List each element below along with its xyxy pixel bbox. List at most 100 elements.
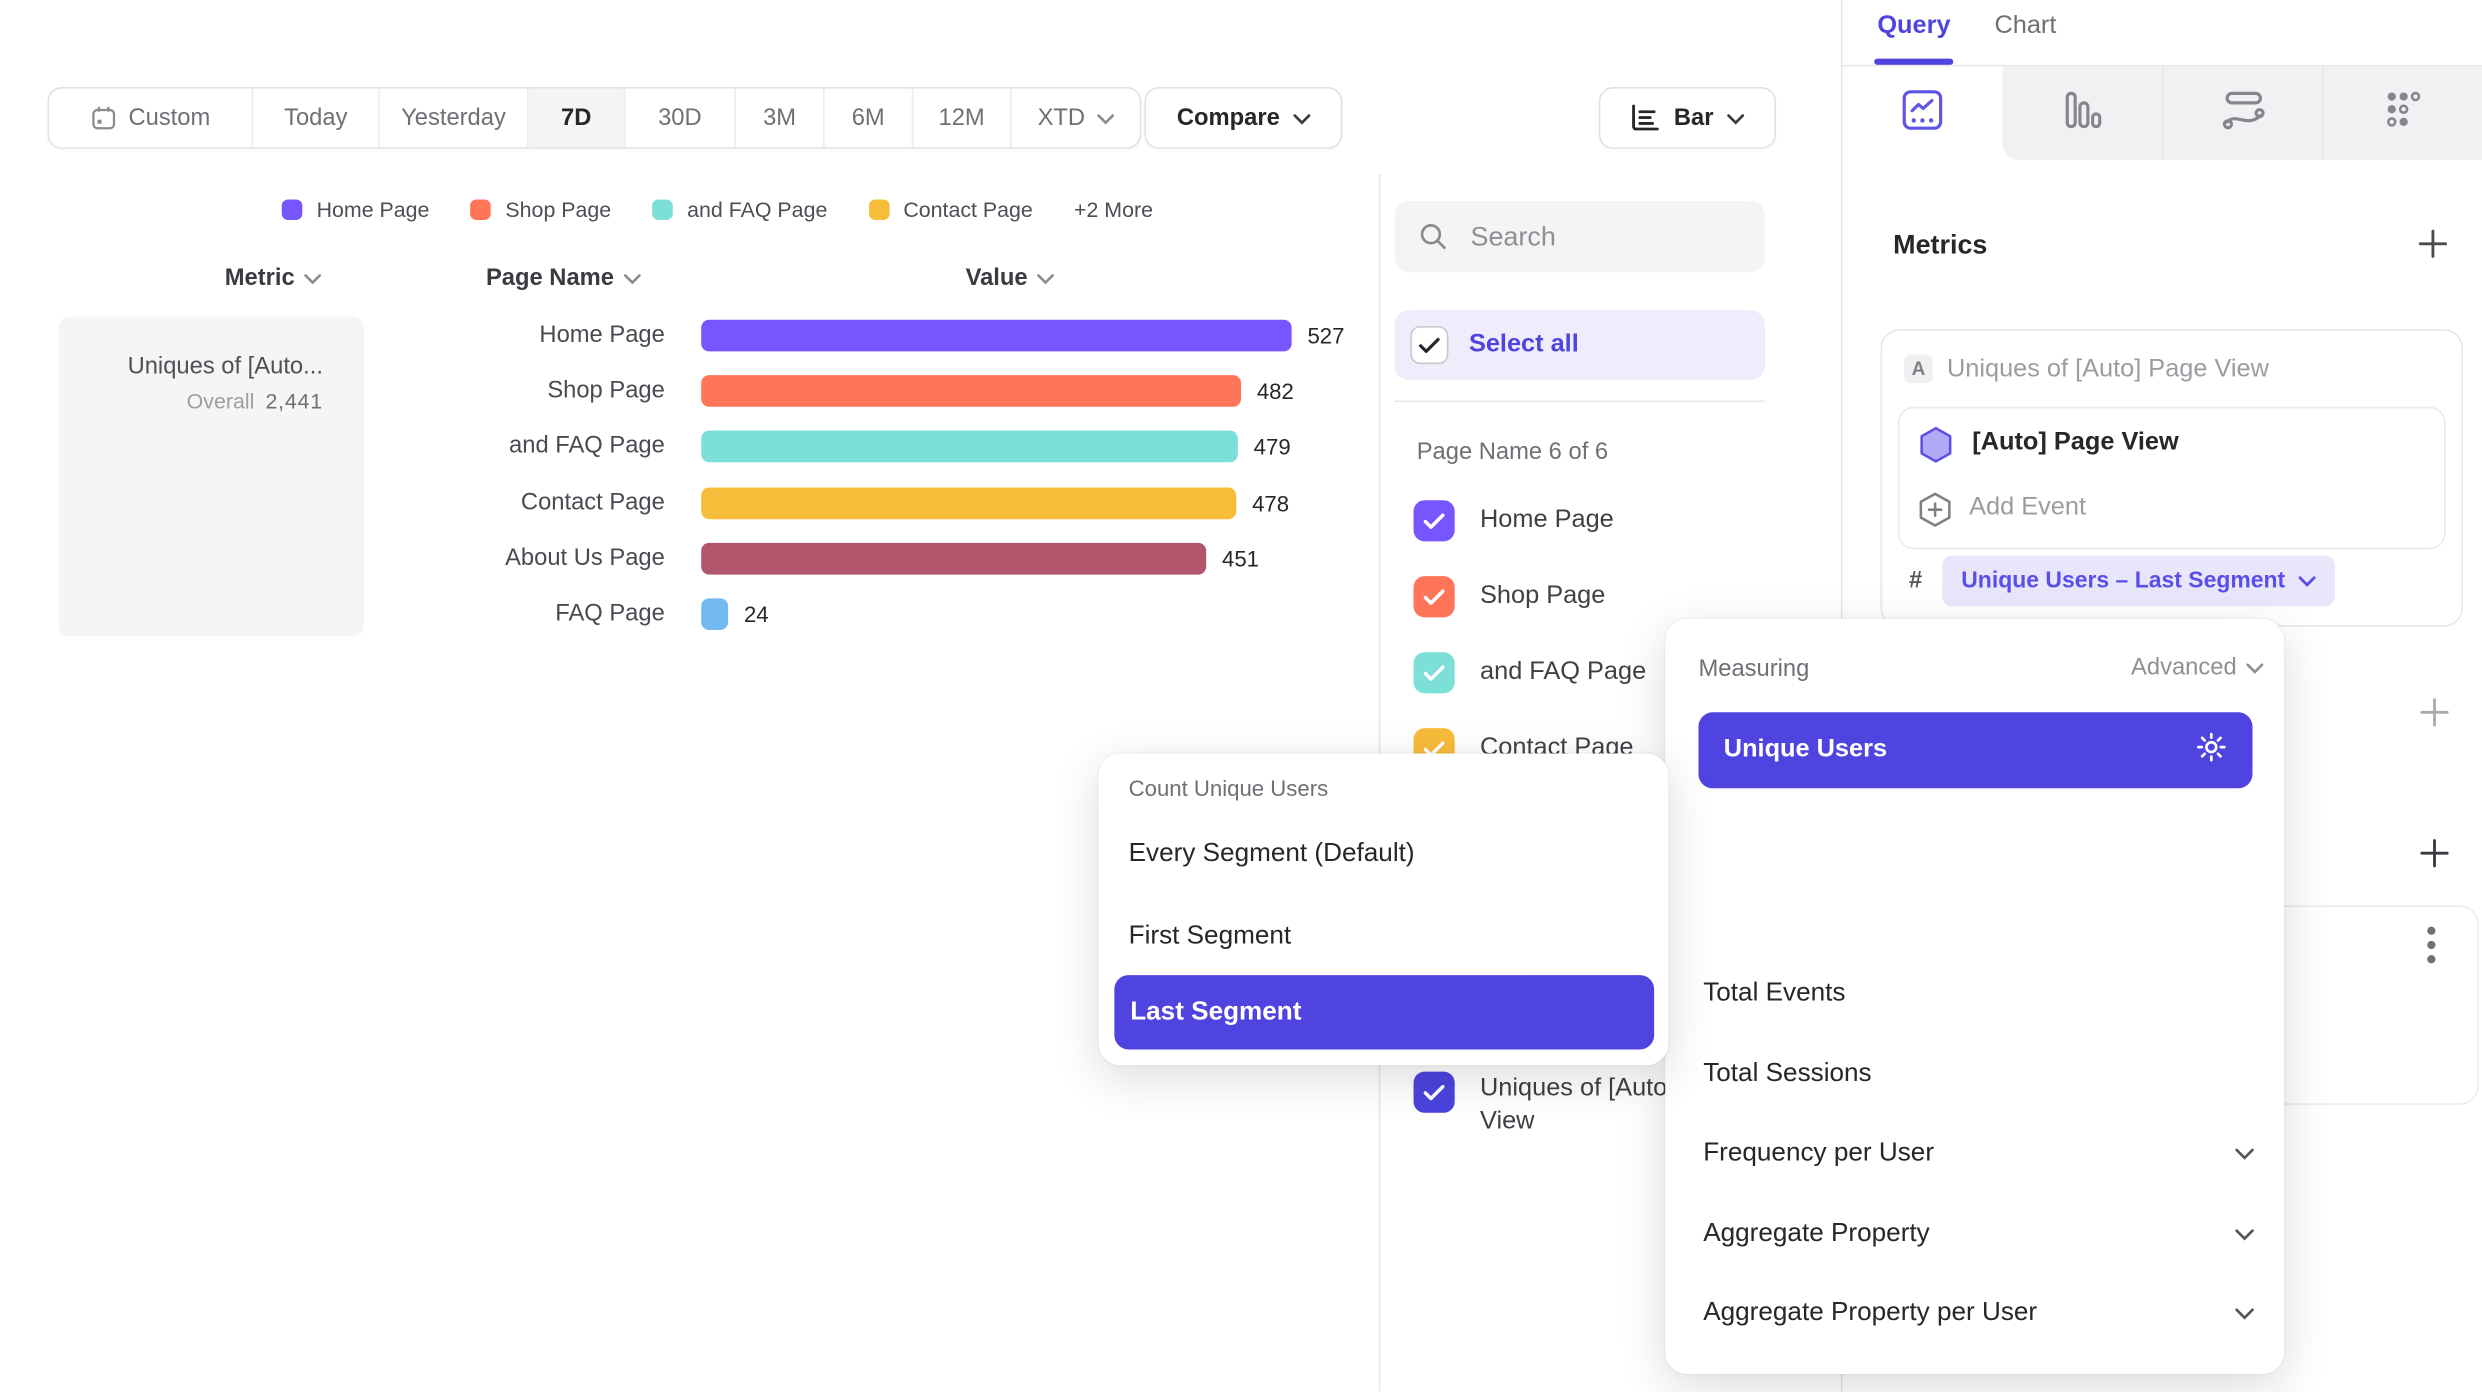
bar-contact-page[interactable] [701, 488, 1236, 520]
legend-item[interactable]: Contact Page [868, 198, 1032, 222]
viz-tab-retention[interactable] [2322, 66, 2482, 159]
date-range-6m[interactable]: 6M [825, 89, 914, 148]
chevron-down-icon [2246, 654, 2263, 681]
insights-icon [1901, 88, 1944, 139]
bar-chart-icon [1631, 104, 1661, 131]
insights-page: Custom Today Yesterday 7D 30D 3M 6M 12M … [0, 0, 2482, 1392]
chart-type-button[interactable]: Bar [1599, 87, 1776, 149]
breakdown-card [2264, 905, 2479, 1104]
checkbox-checked[interactable] [1414, 500, 1455, 541]
segment-option-first[interactable]: First Segment [1129, 921, 1292, 951]
viz-tab-insights[interactable] [1843, 66, 2003, 159]
segment-checkbox-row[interactable]: Shop Page [1414, 576, 1606, 617]
chevron-down-icon [1292, 104, 1309, 131]
column-header-value[interactable]: Value [966, 264, 1055, 291]
legend-item[interactable]: Shop Page [471, 198, 612, 222]
date-range-30d[interactable]: 30D [625, 89, 736, 148]
measure-pill[interactable]: Unique Users – Last Segment [1942, 556, 2334, 607]
date-range-3m[interactable]: 3M [736, 89, 825, 148]
measure-option-frequency[interactable]: Frequency per User [1703, 1138, 2254, 1168]
legend-swatch [868, 199, 889, 220]
date-range-xtd[interactable]: XTD [1011, 89, 1139, 148]
segment-option-last-selected[interactable]: Last Segment [1114, 975, 1654, 1049]
date-range-7d[interactable]: 7D [529, 89, 626, 148]
date-range-today[interactable]: Today [253, 89, 380, 148]
funnels-icon [2061, 88, 2104, 139]
more-options-icon[interactable] [2427, 924, 2436, 973]
date-range-yesterday[interactable]: Yesterday [380, 89, 529, 148]
legend-item[interactable]: Home Page [282, 198, 430, 222]
retention-icon [2381, 88, 2424, 139]
column-header-metric[interactable]: Metric [225, 264, 322, 291]
app-viewport: Custom Today Yesterday 7D 30D 3M 6M 12M … [0, 0, 2482, 1392]
bar-category-label: Shop Page [190, 375, 665, 407]
filter-group-label: Page Name 6 of 6 [1417, 438, 1608, 465]
bar-value: 482 [1257, 375, 1294, 407]
bar-category-label: and FAQ Page [190, 431, 665, 463]
measure-option-aggregate-property[interactable]: Aggregate Property [1703, 1219, 2254, 1249]
date-range-toolbar: Custom Today Yesterday 7D 30D 3M 6M 12M … [47, 87, 1141, 149]
viz-tab-flows[interactable] [2162, 66, 2322, 159]
bar-and-faq-page[interactable] [701, 431, 1238, 463]
bar-shop-page[interactable] [701, 375, 1241, 407]
bar-value: 478 [1252, 488, 1289, 520]
bar-value: 527 [1307, 320, 1344, 352]
advanced-toggle[interactable]: Advanced [2131, 654, 2264, 681]
add-filter-button[interactable] [2419, 696, 2451, 736]
bar-home-page[interactable] [701, 320, 1291, 352]
select-all-row[interactable]: Select all [1395, 310, 1765, 380]
compare-button[interactable]: Compare [1144, 87, 1342, 149]
checkbox-checked[interactable] [1414, 652, 1455, 693]
viz-tab-funnels[interactable] [2002, 66, 2162, 159]
segment-checkbox-row[interactable]: and FAQ Page [1414, 652, 1647, 693]
calendar-icon [90, 104, 117, 131]
checkbox-checked[interactable] [1414, 1072, 1455, 1113]
legend-swatch [652, 199, 673, 220]
filter-divider [1395, 400, 1765, 402]
flows-icon [2220, 88, 2266, 139]
hash-symbol: # [1909, 567, 1922, 594]
segment-option-every[interactable]: Every Segment (Default) [1129, 839, 1415, 869]
chevron-down-icon [1096, 104, 1113, 131]
chevron-down-icon [1726, 104, 1743, 131]
measure-option-total-sessions[interactable]: Total Sessions [1703, 1059, 1871, 1089]
chevron-down-icon [2235, 1219, 2254, 1249]
add-event-icon [1917, 491, 1953, 537]
sort-caret-icon [623, 264, 640, 291]
add-event-label[interactable]: Add Event [1969, 494, 2086, 522]
sort-caret-icon [1037, 264, 1054, 291]
date-range-custom[interactable]: Custom [49, 89, 253, 148]
bar-value: 24 [744, 598, 769, 630]
metric-summary-card[interactable]: Uniques of [Auto... Overall2,441 [59, 317, 365, 637]
metrics-heading: Metrics [1893, 230, 1987, 262]
bar-category-label: About Us Page [190, 543, 665, 575]
legend-item[interactable]: and FAQ Page [652, 198, 827, 222]
add-metric-button[interactable] [2416, 226, 2451, 269]
bar-about-us-page[interactable] [701, 543, 1206, 575]
tab-chart[interactable]: Chart [1994, 13, 2056, 41]
chevron-down-icon [2235, 1298, 2254, 1328]
date-range-label: Custom [128, 104, 210, 131]
visualization-tabs [1843, 66, 2482, 159]
sort-caret-icon [304, 264, 321, 291]
tab-query[interactable]: Query [1877, 13, 1950, 41]
checkbox-checked[interactable] [1414, 576, 1455, 617]
select-all-checkbox[interactable] [1410, 326, 1448, 364]
segment-checkbox-row[interactable]: Home Page [1414, 500, 1614, 541]
gear-icon[interactable] [2195, 731, 2227, 771]
search-input[interactable] [1467, 219, 1711, 254]
measure-option-total-events[interactable]: Total Events [1703, 978, 1845, 1008]
measure-option-aggregate-property-per-user[interactable]: Aggregate Property per User [1703, 1298, 2254, 1328]
column-header-page-name[interactable]: Page Name [486, 264, 641, 291]
measure-option-unique-users[interactable]: Unique Users [1698, 712, 2252, 788]
add-breakdown-button[interactable] [2419, 837, 2451, 877]
segment-popup-title: Count Unique Users [1129, 776, 1329, 801]
legend-more[interactable]: +2 More [1074, 198, 1153, 222]
bar-value: 451 [1222, 543, 1259, 575]
bar-category-label: Contact Page [190, 488, 665, 520]
segment-search [1395, 201, 1765, 272]
bar-faq-page[interactable] [701, 598, 728, 630]
legend-swatch [471, 199, 492, 220]
date-range-12m[interactable]: 12M [913, 89, 1011, 148]
metric-letter-badge: A [1904, 355, 1932, 383]
